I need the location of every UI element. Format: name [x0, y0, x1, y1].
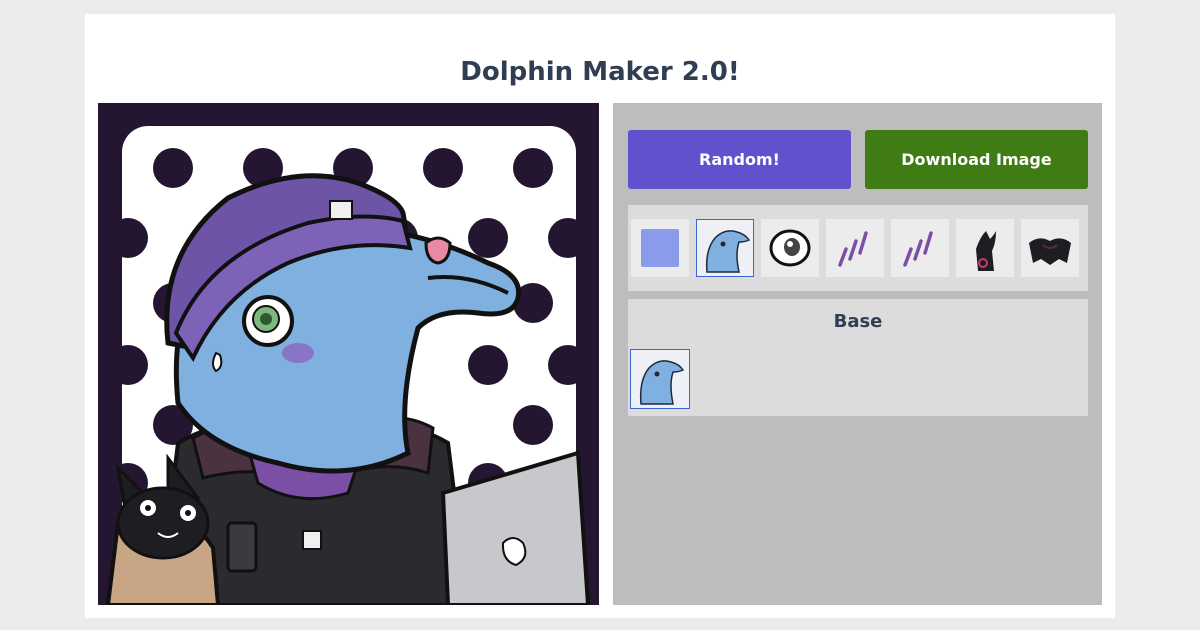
part-background-color[interactable] — [631, 219, 689, 277]
part-clothing[interactable] — [1021, 219, 1079, 277]
controls-panel: Random! Download Image Base — [613, 103, 1102, 605]
dolphin-preview-canvas — [98, 103, 599, 605]
options-panel: Base — [628, 299, 1088, 416]
part-dolphin-base[interactable] — [696, 219, 754, 277]
option-dolphin-base[interactable] — [630, 349, 690, 409]
app-card: Dolphin Maker 2.0! Random! Download Imag… — [85, 14, 1115, 618]
part-marks-2[interactable] — [891, 219, 949, 277]
purple-marks-icon — [903, 231, 933, 267]
purple-marks-icon — [838, 231, 868, 267]
dolphin-base-option-icon — [639, 360, 685, 405]
download-image-button[interactable]: Download Image — [865, 130, 1088, 189]
part-marks-1[interactable] — [826, 219, 884, 277]
dolphin-base-icon — [705, 230, 751, 273]
app-title: Dolphin Maker 2.0! — [460, 57, 740, 87]
black-companion-icon — [976, 231, 996, 271]
eye-icon — [769, 229, 811, 267]
part-category-bar — [628, 205, 1088, 291]
part-eyes[interactable] — [761, 219, 819, 277]
black-clothing-icon — [1029, 238, 1071, 265]
options-title: Base — [833, 311, 883, 332]
random-button[interactable]: Random! — [628, 130, 851, 189]
part-companion[interactable] — [956, 219, 1014, 277]
background-color-swatch-icon — [641, 229, 679, 267]
